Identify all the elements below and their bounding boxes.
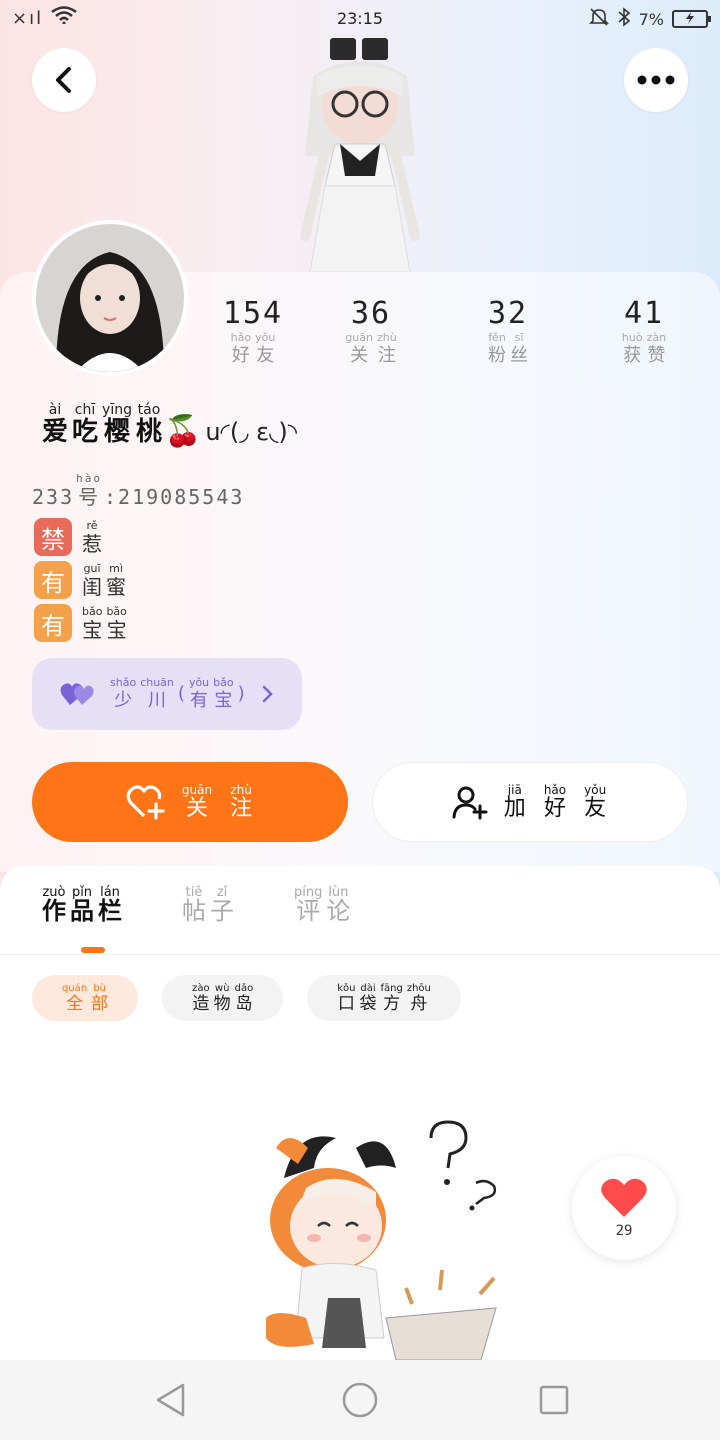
circle-home-icon: [342, 1382, 378, 1418]
like-button[interactable]: 29: [572, 1156, 676, 1260]
empty-state-illustration: [266, 1120, 497, 1360]
character-figure: [300, 38, 420, 272]
triangle-back-icon: [156, 1383, 185, 1417]
tag-badge: 有: [34, 561, 72, 599]
like-count: 29: [615, 1223, 633, 1239]
tag-badge: 禁: [34, 518, 72, 556]
cherry-icon: 🍒: [163, 414, 202, 449]
nav-back-button[interactable]: [150, 1380, 190, 1420]
tab-comments[interactable]: píng 评 lùn 论: [292, 886, 352, 923]
chip-all[interactable]: quán 全 bù 部: [32, 975, 139, 1021]
avatar[interactable]: [32, 220, 188, 376]
add-user-icon: [452, 786, 488, 820]
stat-value: 41: [623, 296, 665, 331]
filter-chips: quán 全 bù 部 zào 造 wù 物 dǎo 岛 kǒu 口 dài 袋 fāng 方 …: [32, 975, 461, 1021]
stat-value: 154: [222, 296, 284, 331]
system-nav-bar: [0, 1360, 720, 1440]
back-button[interactable]: [32, 48, 96, 112]
stat-fans[interactable]: 32 fěn 粉 sī 丝: [448, 296, 568, 368]
nav-home-button[interactable]: [340, 1380, 380, 1420]
status-bar: ×ıl 23:15 7%: [0, 0, 720, 36]
bluetooth-icon: [617, 7, 631, 31]
relationship-pill[interactable]: shǎo 少 chuān 川 ( yǒu 有 bǎo 宝 ): [32, 658, 302, 730]
add-friend-button[interactable]: jiā 加 hǎo 好 yǒu 友: [372, 762, 688, 842]
tag-badge: 有: [34, 604, 72, 642]
stat-value: 36: [350, 296, 392, 331]
stat-following[interactable]: 36 guān 关 zhù 注: [311, 296, 431, 368]
battery-icon: [672, 10, 711, 28]
tab-bar: zuò 作 pǐn 品 lán 栏 tiě 帖 zǐ 子 píng 评 lùn 论: [40, 886, 352, 923]
tab-works[interactable]: zuò 作 pǐn 品 lán 栏: [40, 886, 124, 923]
heart-plus-icon: [126, 785, 165, 820]
profile-tag: 有 guī 闺 mì 蜜: [34, 561, 128, 599]
tab-posts[interactable]: tiě 帖 zǐ 子: [180, 886, 236, 923]
heart-pair-icon: [60, 683, 94, 705]
nav-recents-button[interactable]: [534, 1380, 574, 1420]
profile-tag: 禁 rě 惹: [34, 518, 104, 556]
mute-icon: [588, 7, 609, 31]
chip-pocket-ark[interactable]: kǒu 口 dài 袋 fāng 方 zhōu 舟: [307, 975, 461, 1021]
user-id[interactable]: 233 hào 号 :219085543: [32, 472, 244, 509]
follow-button[interactable]: guān 关 zhù 注: [32, 762, 348, 842]
stat-likes[interactable]: 41 huò 获 zàn 赞: [584, 296, 704, 368]
heart-icon: [601, 1178, 647, 1217]
stat-friends[interactable]: 154 hǎo 好 yǒu 友: [193, 296, 313, 368]
avatar-photo: [36, 224, 184, 372]
stat-value: 32: [487, 296, 529, 331]
battery-percent: 7%: [638, 9, 664, 29]
square-recents-icon: [539, 1385, 569, 1415]
more-dots-icon: [637, 75, 675, 85]
profile-tag: 有 bǎo 宝 bǎo 宝: [34, 604, 129, 642]
more-options-button[interactable]: [624, 48, 688, 112]
divider: [0, 954, 720, 955]
chevron-right-icon: [262, 685, 273, 703]
kaomoji: ս◜(◞ ε◟)◝: [205, 418, 298, 446]
profile-name: ài 爱 chī 吃 yīng 樱 táo 桃 🍒 ս◜(◞ ε◟)◝: [42, 402, 298, 449]
chevron-left-icon: [56, 67, 71, 93]
tab-indicator: [81, 947, 105, 953]
chip-creation-island[interactable]: zào 造 wù 物 dǎo 岛: [162, 975, 284, 1021]
